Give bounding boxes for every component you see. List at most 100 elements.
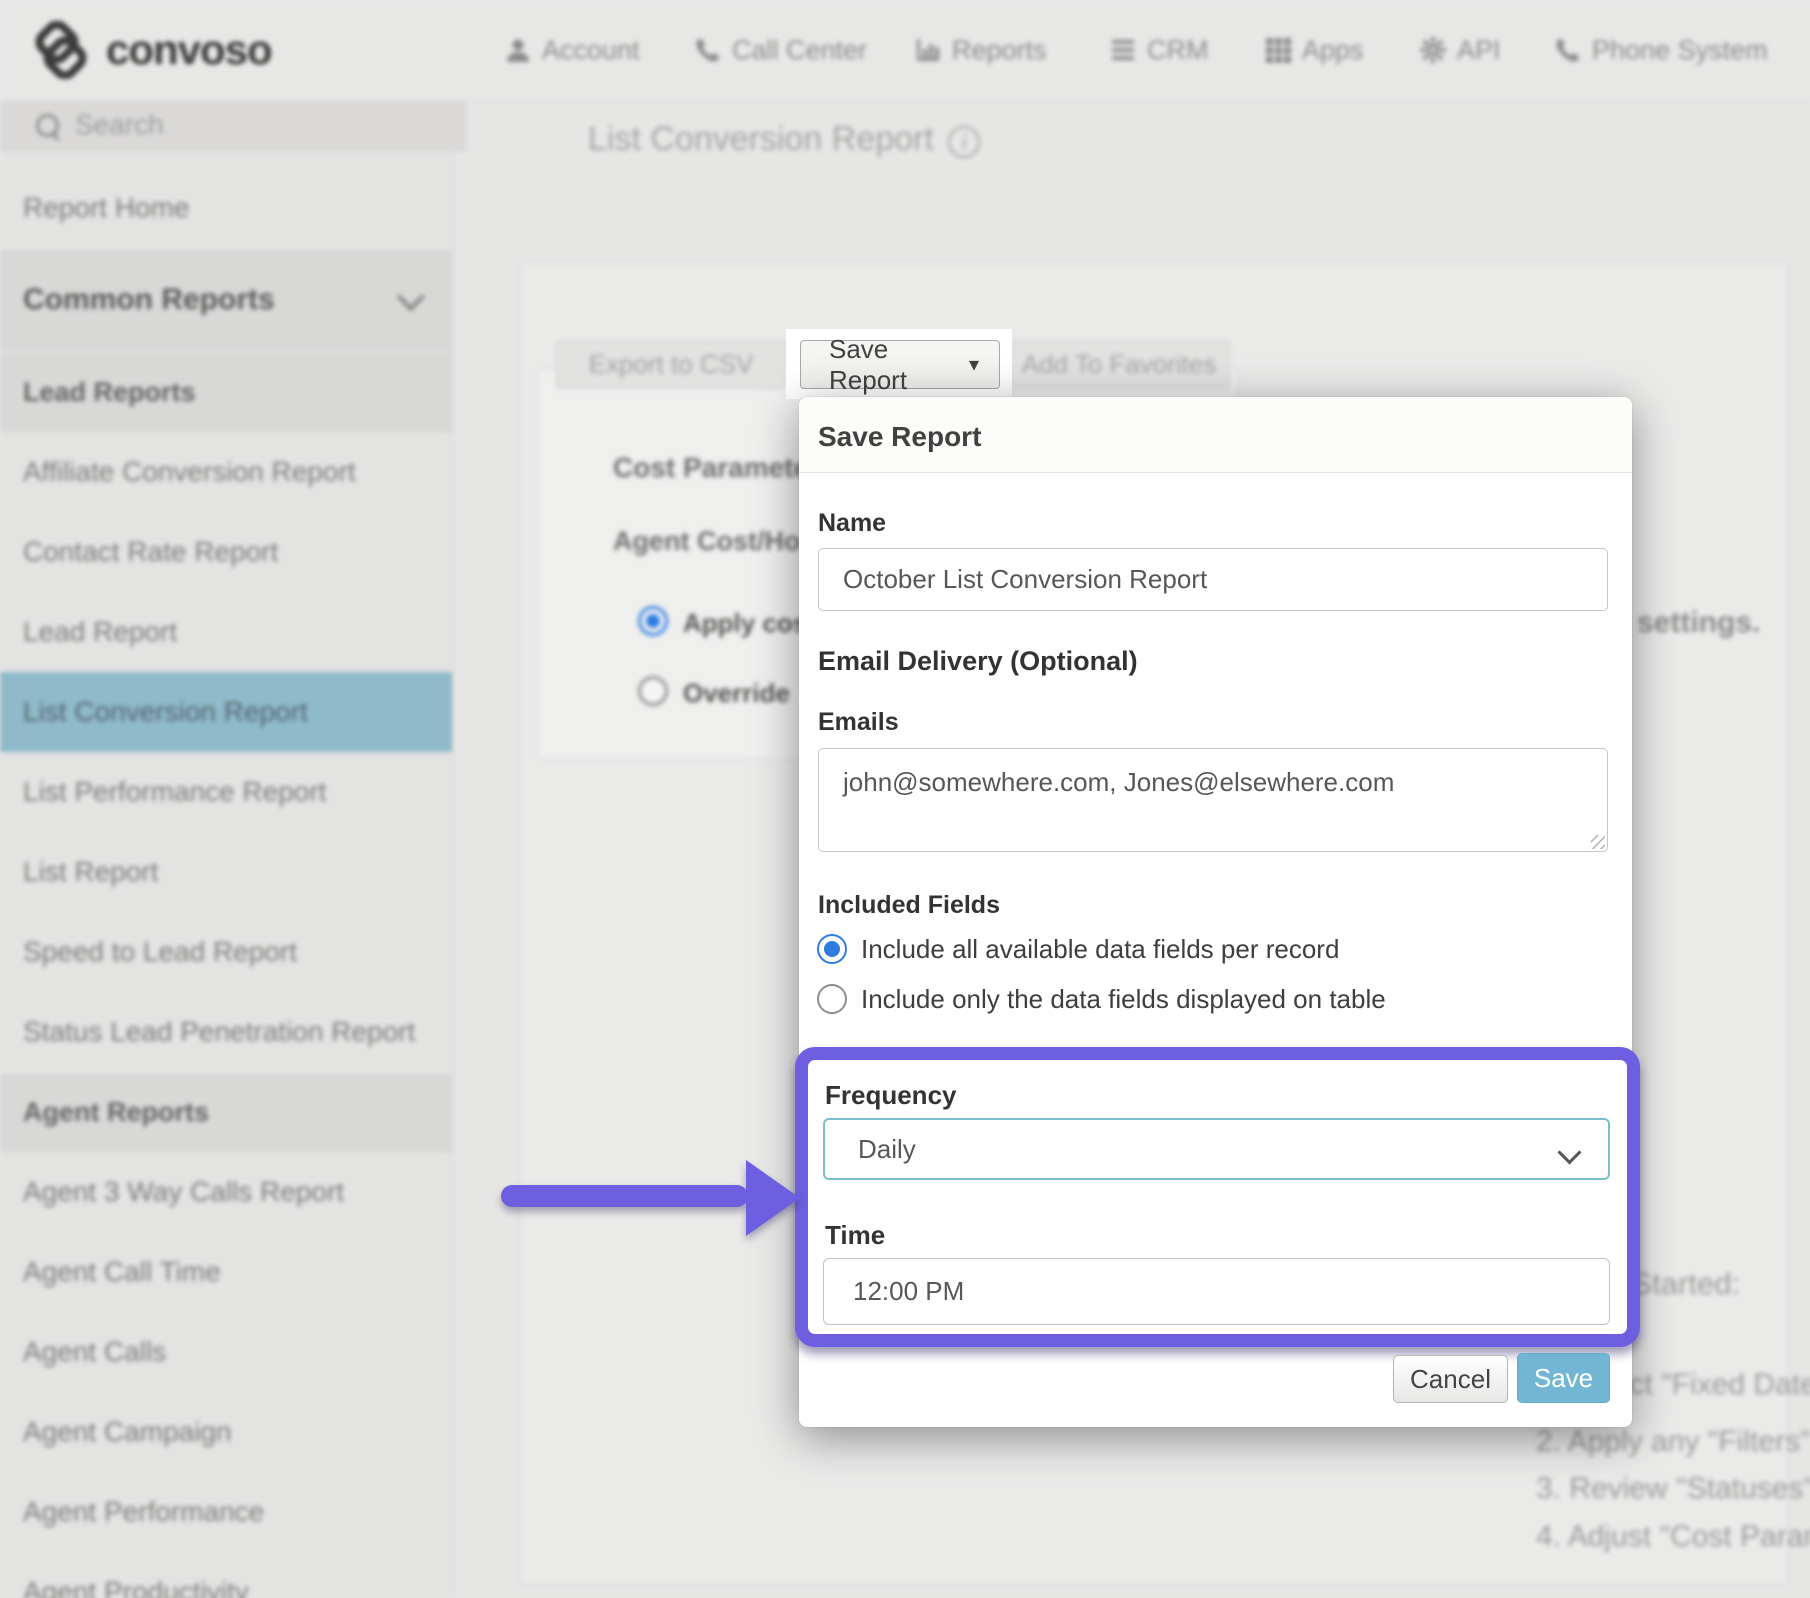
sidebar-item-label: Agent Campaign [23,1416,232,1448]
frequency-select[interactable]: Daily [823,1118,1610,1180]
sidebar-item-label: List Report [23,856,158,888]
override-radio[interactable] [638,676,668,706]
sidebar-item-lead-report[interactable]: Lead Report [0,592,452,672]
chevron-down-icon [397,283,425,311]
search-input[interactable] [73,108,377,142]
sidebar-item-label: Agent Call Time [23,1256,221,1288]
sidebar-item-label: Agent Performance [23,1496,264,1528]
nav-item-label: Call Center [732,35,867,66]
agent-cost-label: Agent Cost/Hour [613,526,827,557]
report-name-value: October List Conversion Report [843,564,1207,595]
grid-icon [1265,37,1291,63]
sidebar-item-label: Report Home [23,192,190,224]
bar-chart-icon [915,37,941,63]
nav-item-apps[interactable]: Apps [1265,0,1364,100]
sidebar-item-agent-3-way-calls-report[interactable]: Agent 3 Way Calls Report [0,1152,452,1232]
nav-item-label: Phone System [1592,35,1768,66]
sidebar-item-common-reports[interactable]: Common Reports [0,248,452,352]
nav-item-crm[interactable]: CRM [1110,0,1209,100]
nav-item-label: Account [542,35,640,66]
sidebar-item-report-home[interactable]: Report Home [0,168,452,248]
save-button[interactable]: Save [1517,1353,1610,1403]
app-screen: convoso Account Call Center Reports CRM … [0,0,1810,1598]
cancel-button[interactable]: Cancel [1393,1355,1508,1403]
report-name-input[interactable]: October List Conversion Report [818,548,1608,611]
sidebar-item-list-performance-report[interactable]: List Performance Report [0,752,452,832]
sidebar-item-agent-call-time[interactable]: Agent Call Time [0,1232,452,1312]
convoso-logo: convoso [28,0,272,100]
sidebar-item-status-lead-penetration-report[interactable]: Status Lead Penetration Report [0,992,452,1072]
getting-started-step-3: 3. Review "Statuses" [1536,1472,1810,1506]
sidebar-search[interactable] [0,100,466,151]
nav-item-label: Apps [1302,35,1364,66]
modal-title: Save Report [818,421,981,453]
chevron-down-icon [1557,1140,1581,1164]
phone-icon [695,37,721,63]
save-report-modal: Save Report Name October List Conversion… [799,397,1632,1427]
emails-textarea[interactable]: john@somewhere.com, Jones@elsewhere.com [818,748,1608,852]
sidebar-item-label: Lead Report [23,616,177,648]
sidebar-item-agent-productivity[interactable]: Agent Productivity [0,1552,452,1598]
sidebar-item-affiliate-conversion-report[interactable]: Affiliate Conversion Report [0,432,452,512]
nav-item-label: CRM [1147,35,1209,66]
time-value: 12:00 PM [853,1276,964,1307]
sidebar-item-label: Agent Reports [23,1097,209,1128]
save-report-dropdown-button[interactable]: Save Report ▾ [800,340,1000,389]
page-title: List Conversion Report [588,120,934,159]
nav-item-api[interactable]: API [1420,0,1501,100]
sidebar-item-label: Agent 3 Way Calls Report [23,1176,344,1208]
sidebar: Report Home Common Reports Lead Reports Aff… [0,100,453,1598]
time-input[interactable]: 12:00 PM [823,1258,1610,1325]
nav-item-call-center[interactable]: Call Center [695,0,867,100]
included-fields-label: Included Fields [818,891,1000,920]
search-icon [36,114,59,137]
sidebar-item-contact-rate-report[interactable]: Contact Rate Report [0,512,452,592]
sidebar-item-list-conversion-report[interactable]: List Conversion Report [0,672,452,752]
frequency-value: Daily [858,1134,916,1165]
frequency-time-highlight-box: Frequency Daily Time 12:00 PM [795,1047,1640,1347]
getting-started-step-4: 4. Adjust "Cost Parameters" [1536,1520,1810,1554]
include-displayed-fields-radio[interactable]: Include only the data fields displayed o… [817,983,1386,1015]
settings-text-fragment: settings. [1637,606,1760,640]
sidebar-item-label: List Conversion Report [23,696,308,728]
include-displayed-fields-label: Include only the data fields displayed o… [861,984,1386,1015]
logo-text: convoso [106,26,272,74]
sidebar-item-agent-campaign[interactable]: Agent Campaign [0,1392,452,1472]
export-csv-button[interactable]: Export to CSV [556,340,786,389]
nav-item-reports[interactable]: Reports [915,0,1047,100]
nav-item-phone-system[interactable]: Phone System [1555,0,1768,100]
sidebar-item-label: Affiliate Conversion Report [23,456,356,488]
sidebar-item-agent-calls[interactable]: Agent Calls [0,1312,452,1392]
info-icon[interactable]: i [948,126,980,158]
sidebar-item-list-report[interactable]: List Report [0,832,452,912]
override-label: Override [683,678,790,709]
time-label: Time [825,1220,885,1251]
name-label: Name [818,509,886,538]
getting-started-step-2: 2. Apply any "Filters" [1536,1425,1810,1459]
radio-selected-icon [817,934,847,964]
frequency-label: Frequency [825,1080,957,1111]
nav-item-account[interactable]: Account [505,0,640,100]
sidebar-item-lead-reports[interactable]: Lead Reports [0,352,452,432]
apply-cost-radio[interactable] [638,606,668,636]
list-icon [1110,37,1136,63]
sidebar-item-agent-performance[interactable]: Agent Performance [0,1472,452,1552]
caret-down-icon: ▾ [969,352,979,377]
sidebar-item-label: Agent Productivity [23,1576,249,1598]
sidebar-item-label: Agent Calls [23,1336,166,1368]
emails-value: john@somewhere.com, Jones@elsewhere.com [843,767,1394,798]
sidebar-item-speed-to-lead-report[interactable]: Speed to Lead Report [0,912,452,992]
sidebar-item-agent-reports[interactable]: Agent Reports [0,1072,452,1152]
sidebar-item-label: List Performance Report [23,776,326,808]
sidebar-items: Report Home Common Reports Lead Reports Aff… [0,168,452,1598]
nav-item-label: API [1457,35,1501,66]
email-delivery-heading: Email Delivery (Optional) [818,646,1138,677]
top-nav: convoso Account Call Center Reports CRM … [0,0,1810,101]
apply-cost-label: Apply cost [683,608,816,639]
sidebar-item-label: Common Reports [23,283,275,317]
add-to-favorites-button[interactable]: Add To Favorites [1008,340,1230,389]
sidebar-item-label: Contact Rate Report [23,536,278,568]
modal-header: Save Report [799,397,1632,473]
include-all-fields-radio[interactable]: Include all available data fields per re… [817,933,1339,965]
convoso-logo-icon [28,21,94,79]
